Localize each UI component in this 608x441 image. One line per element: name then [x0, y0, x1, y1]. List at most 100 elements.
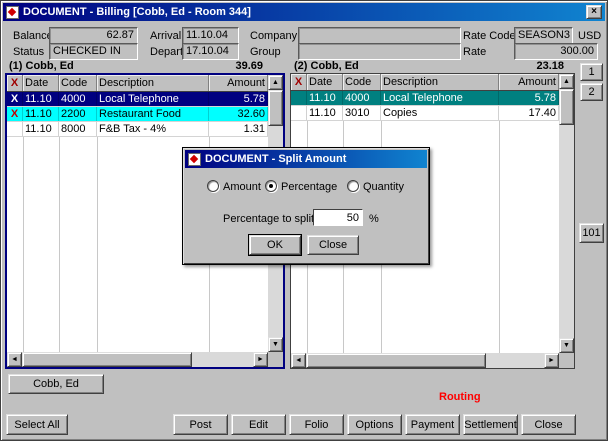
payment-button[interactable]: Payment — [405, 414, 460, 435]
scroll-right-icon[interactable]: ► — [253, 352, 268, 367]
cell-code: 4000 — [59, 92, 97, 106]
scroll-up-icon[interactable]: ▲ — [268, 75, 283, 90]
scroll-left-icon[interactable]: ◄ — [291, 353, 306, 368]
folio-window-2-button[interactable]: 2 — [580, 83, 603, 101]
routing-indicator: Routing — [439, 390, 481, 404]
balance-label: Balance — [13, 29, 53, 43]
company-label: Company — [250, 29, 297, 43]
cell-x — [291, 91, 307, 105]
column-header-date[interactable]: Date — [307, 74, 343, 90]
guest-tab-button[interactable]: Cobb, Ed — [8, 374, 104, 394]
radio-amount-label: Amount — [223, 180, 261, 194]
settlement-button[interactable]: Settlement — [463, 414, 518, 435]
percent-sign: % — [369, 212, 379, 226]
cell-amount: 17.40 — [499, 106, 559, 120]
select-all-button[interactable]: Select All — [6, 414, 68, 435]
cell-description: Restaurant Food — [97, 107, 209, 121]
horizontal-scrollbar[interactable]: ◄ ► — [291, 353, 559, 368]
side-extra-button[interactable]: 101 — [579, 223, 604, 243]
status-field: CHECKED IN — [49, 43, 138, 60]
column-header-amount[interactable]: Amount — [209, 75, 268, 91]
table-row[interactable]: 11.10 4000 Local Telephone 5.78 — [291, 91, 559, 106]
column-header-amount[interactable]: Amount — [499, 74, 559, 90]
scroll-up-icon[interactable]: ▲ — [559, 74, 574, 89]
cell-amount: 1.31 — [209, 122, 268, 136]
column-header-x[interactable]: X — [291, 74, 307, 90]
app-icon[interactable] — [6, 6, 19, 19]
ok-button[interactable]: OK — [249, 235, 301, 255]
edit-button[interactable]: Edit — [231, 414, 286, 435]
column-header-description[interactable]: Description — [97, 75, 209, 91]
cell-code: 3010 — [343, 106, 381, 120]
split-value-input[interactable] — [313, 209, 363, 226]
radio-amount[interactable] — [207, 180, 219, 192]
vertical-scrollbar[interactable]: ▲ ▼ — [559, 74, 574, 353]
cell-date: 11.10 — [307, 91, 343, 105]
group-label: Group — [250, 45, 281, 59]
folio-button[interactable]: Folio — [289, 414, 344, 435]
scroll-down-icon[interactable]: ▼ — [268, 337, 283, 352]
cell-date: 11.10 — [23, 107, 59, 121]
radio-percentage[interactable] — [265, 180, 277, 192]
dialog-title: DOCUMENT - Split Amount — [205, 153, 346, 165]
dialog-titlebar[interactable]: DOCUMENT - Split Amount — [185, 150, 427, 168]
table-row[interactable]: 11.10 3010 Copies 17.40 — [291, 106, 559, 121]
window-title: DOCUMENT - Billing [Cobb, Ed - Room 344] — [23, 6, 251, 18]
scroll-left-icon[interactable]: ◄ — [7, 352, 22, 367]
close-icon[interactable]: × — [586, 5, 602, 19]
column-header-date[interactable]: Date — [23, 75, 59, 91]
cell-code: 8000 — [59, 122, 97, 136]
company-field[interactable] — [298, 27, 461, 44]
cell-code: 2200 — [59, 107, 97, 121]
cell-amount: 5.78 — [209, 92, 268, 106]
column-header-x[interactable]: X — [7, 75, 23, 91]
billing-window: DOCUMENT - Billing [Cobb, Ed - Room 344]… — [0, 0, 608, 441]
options-button[interactable]: Options — [347, 414, 402, 435]
cell-description: Copies — [381, 106, 499, 120]
radio-percentage-label: Percentage — [281, 180, 337, 194]
scrollbar-thumb[interactable] — [306, 353, 486, 368]
radio-quantity[interactable] — [347, 180, 359, 192]
split-label: Percentage to split — [223, 212, 314, 226]
scroll-right-icon[interactable]: ► — [544, 353, 559, 368]
column-header-code[interactable]: Code — [59, 75, 97, 91]
group-field[interactable] — [298, 43, 461, 60]
scrollbar-thumb[interactable] — [22, 352, 192, 367]
table-row[interactable]: X 11.10 4000 Local Telephone 5.78 — [7, 92, 268, 107]
scrollbar-corner — [268, 352, 283, 367]
close-bottom-button[interactable]: Close — [521, 414, 576, 435]
rate-field: 300.00 — [514, 43, 598, 60]
table-row[interactable]: 11.10 8000 F&B Tax - 4% 1.31 — [7, 122, 268, 137]
split-amount-dialog: DOCUMENT - Split Amount Amount Percentag… — [182, 147, 430, 265]
column-header-code[interactable]: Code — [343, 74, 381, 90]
folio-window-1-button[interactable]: 1 — [580, 63, 603, 81]
grid-line — [499, 91, 500, 353]
cell-description: Local Telephone — [97, 92, 209, 106]
column-header-description[interactable]: Description — [381, 74, 499, 90]
scroll-down-icon[interactable]: ▼ — [559, 338, 574, 353]
rate-code-label: Rate Code — [463, 29, 516, 43]
currency-label: USD — [578, 29, 601, 43]
horizontal-scrollbar[interactable]: ◄ ► — [7, 352, 268, 367]
post-button[interactable]: Post — [173, 414, 228, 435]
status-label: Status — [13, 45, 44, 59]
depart-label: Depart — [150, 45, 183, 59]
arrival-field: 11.10.04 — [182, 27, 239, 44]
cell-x: X — [7, 92, 23, 106]
scrollbar-thumb[interactable] — [559, 89, 574, 125]
cell-code: 4000 — [343, 91, 381, 105]
cell-amount: 32.60 — [209, 107, 268, 121]
rate-code-field: SEASON3 — [514, 27, 573, 44]
cell-x: X — [7, 107, 23, 121]
cell-description: F&B Tax - 4% — [97, 122, 209, 136]
window-titlebar[interactable]: DOCUMENT - Billing [Cobb, Ed - Room 344]… — [3, 3, 605, 21]
cell-amount: 5.78 — [499, 91, 559, 105]
cell-x — [291, 106, 307, 120]
table-row[interactable]: X 11.10 2200 Restaurant Food 32.60 — [7, 107, 268, 122]
folio-1-title: (1) Cobb, Ed — [9, 59, 74, 73]
close-button[interactable]: Close — [307, 235, 359, 255]
folio-1-total: 39.69 — [181, 59, 263, 73]
scrollbar-thumb[interactable] — [268, 90, 283, 126]
grid-header: X Date Code Description Amount — [291, 74, 559, 91]
cell-date: 11.10 — [23, 92, 59, 106]
